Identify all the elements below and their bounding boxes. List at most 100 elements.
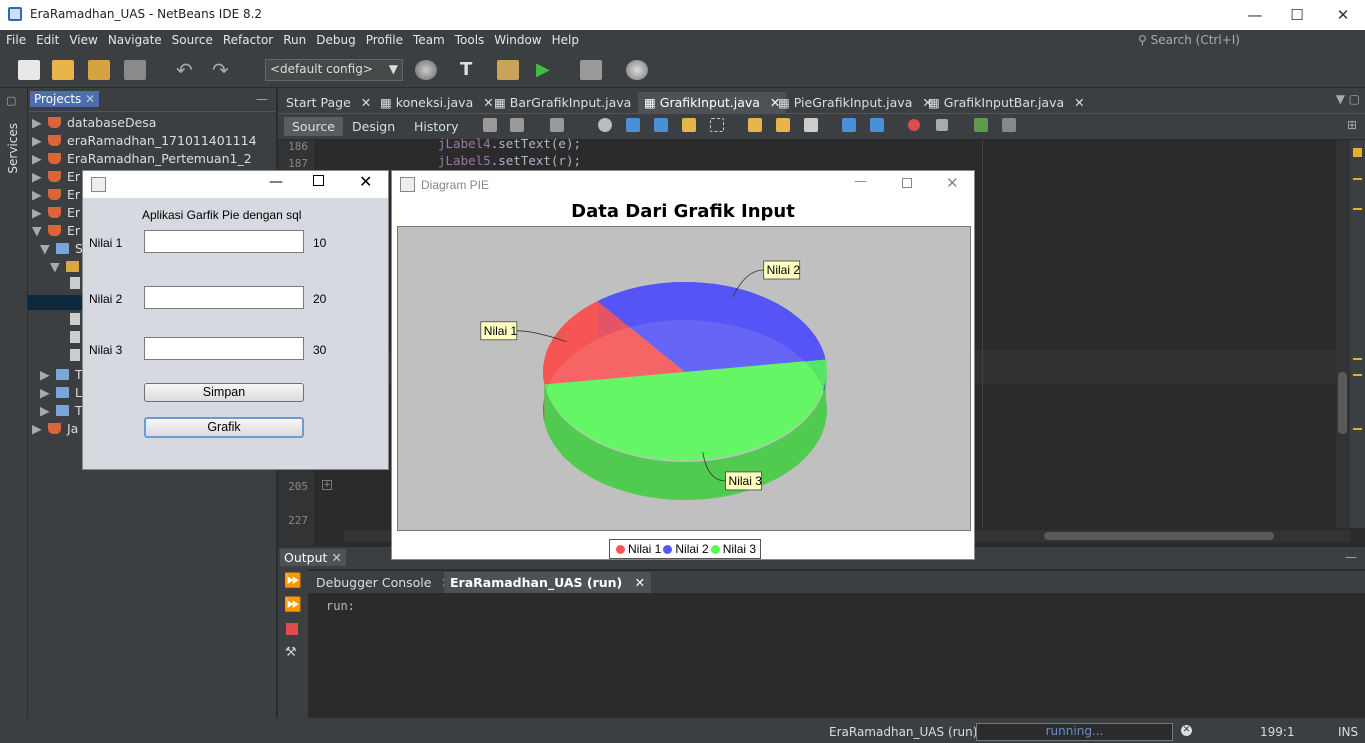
warning-mark[interactable] [1353,178,1362,180]
search-box[interactable]: ⚲ Search (Ctrl+I) [1138,33,1240,47]
menu-file[interactable]: File [0,30,30,47]
toggle-highlight-icon[interactable] [682,118,696,132]
menu-help[interactable]: Help [546,30,583,47]
vertical-scrollbar[interactable] [1336,140,1350,528]
expand-arrow-icon[interactable]: ▶ [32,205,44,220]
tree-item[interactable]: ▶ Ja [32,421,78,436]
history-view-button[interactable]: History [406,117,466,136]
tab-start-page[interactable]: Start Page ✕ [280,92,377,114]
projects-tab[interactable]: Projects ✕ [30,91,100,107]
design-view-button[interactable]: Design [344,117,403,136]
warning-mark[interactable] [1353,208,1362,210]
tab-piegrafikinput[interactable]: ▦ PieGrafikInput.java ✕ [772,92,939,114]
tree-item[interactable]: ▶ databaseDesa [32,115,156,130]
tree-item[interactable]: ▶ T [40,403,83,418]
profile-icon[interactable] [626,60,648,80]
restore-window-icon[interactable]: ▢ [6,94,16,107]
build-hammer-icon[interactable]: T [460,60,482,80]
stop-icon[interactable] [286,623,298,635]
expand-arrow-icon[interactable]: ▶ [32,169,44,184]
minimize-panel-icon[interactable]: — [1345,550,1357,564]
tree-item[interactable]: ▶ eraRamadhan_171011401114 [32,133,257,148]
config-select[interactable]: <default config> ▼ [265,59,403,81]
collapse-arrow-icon[interactable]: ▼ [40,241,52,256]
rect-select-icon[interactable] [710,118,724,132]
menu-refactor[interactable]: Refactor [217,30,277,47]
find-icon[interactable] [598,118,612,132]
open-project-icon[interactable] [88,60,110,80]
menu-tools[interactable]: Tools [449,30,489,47]
close-icon[interactable]: ✕ [331,550,341,565]
split-editor-icon[interactable]: ⊞ [1347,118,1357,132]
cancel-process-icon[interactable]: ✕ [1181,725,1192,736]
maximize-button[interactable]: ☐ [1282,4,1312,26]
expand-arrow-icon[interactable]: ▶ [32,187,44,202]
tree-item[interactable]: ▶ T [40,367,83,382]
toggle-bookmark-icon[interactable] [804,118,818,132]
expand-arrow-icon[interactable]: ▶ [40,403,52,418]
tab-koneksi[interactable]: ▦ koneksi.java ✕ [374,92,500,114]
warning-mark[interactable] [1353,374,1362,376]
minimize-button[interactable]: — [854,174,867,189]
collapse-arrow-icon[interactable]: ▼ [32,223,44,238]
expand-arrow-icon[interactable]: ▶ [32,421,44,436]
nilai-2-input[interactable] [144,286,304,309]
collapse-arrow-icon[interactable]: ▼ [50,259,62,274]
new-project-icon[interactable] [52,60,74,80]
java-file-icon[interactable] [70,349,80,361]
stop-macro-icon[interactable] [936,119,948,131]
tree-item[interactable]: ▶ EraRamadhan_Pertemuan1_2 [32,151,252,166]
tree-item[interactable]: ▶ L [40,385,82,400]
menu-source[interactable]: Source [166,30,217,47]
minimize-button[interactable]: — [1240,4,1270,26]
tree-item[interactable]: ▶ Er [32,205,80,220]
menu-profile[interactable]: Profile [360,30,407,47]
source-view-button[interactable]: Source [284,117,343,136]
menu-view[interactable]: View [63,30,101,47]
output-tab[interactable]: Output ✕ [280,549,346,566]
close-icon[interactable]: ✕ [85,92,95,106]
minimize-panel-icon[interactable]: — [256,92,268,106]
code-line[interactable]: jLabel4.setText(e); [438,136,581,151]
output-text[interactable]: run: [326,599,355,613]
next-bookmark-icon[interactable] [776,118,790,132]
scroll-thumb[interactable] [1044,532,1274,540]
redo-icon[interactable]: ↷ [212,60,234,80]
prev-bookmark-icon[interactable] [748,118,762,132]
tree-item[interactable]: ▼ [50,259,85,274]
java-file-icon[interactable] [70,277,80,289]
tab-bargrafikinput[interactable]: ▦ BarGrafikInput.java ✕ [488,92,658,114]
menu-navigate[interactable]: Navigate [102,30,166,47]
close-icon[interactable]: ✕ [635,575,645,590]
start-macro-icon[interactable] [908,119,920,131]
find-previous-icon[interactable] [626,118,640,132]
comment-icon[interactable] [974,118,988,132]
globe-icon[interactable] [415,60,437,80]
java-file-icon[interactable] [70,313,80,325]
selected-row[interactable] [28,295,82,310]
find-next-icon[interactable] [654,118,668,132]
expand-arrow-icon[interactable]: ▶ [32,151,44,166]
fold-icon[interactable]: + [322,480,332,490]
scroll-thumb[interactable] [1338,372,1347,434]
nilai-1-input[interactable] [144,230,304,253]
grafik-button[interactable]: Grafik [144,417,304,438]
expand-arrow-icon[interactable]: ▶ [32,133,44,148]
save-all-icon[interactable] [124,60,146,80]
undo-icon[interactable]: ↶ [176,60,198,80]
nilai-3-input[interactable] [144,337,304,360]
last-edit-icon[interactable] [483,118,497,132]
close-icon[interactable]: ✕ [1074,95,1084,110]
uncomment-icon[interactable] [1002,118,1016,132]
tree-item[interactable]: ▼ S [40,241,83,256]
menu-debug[interactable]: Debug [310,30,359,47]
rerun-icon[interactable]: ⏩ [284,573,301,589]
java-file-icon[interactable] [70,331,80,343]
menu-team[interactable]: Team [407,30,449,47]
expand-arrow-icon[interactable]: ▶ [32,115,44,130]
close-button[interactable]: ✕ [359,172,372,191]
warning-mark[interactable] [1353,358,1362,360]
forward-icon[interactable] [550,118,564,132]
shift-right-icon[interactable] [870,118,884,132]
progress-bar[interactable]: running... [976,723,1173,741]
